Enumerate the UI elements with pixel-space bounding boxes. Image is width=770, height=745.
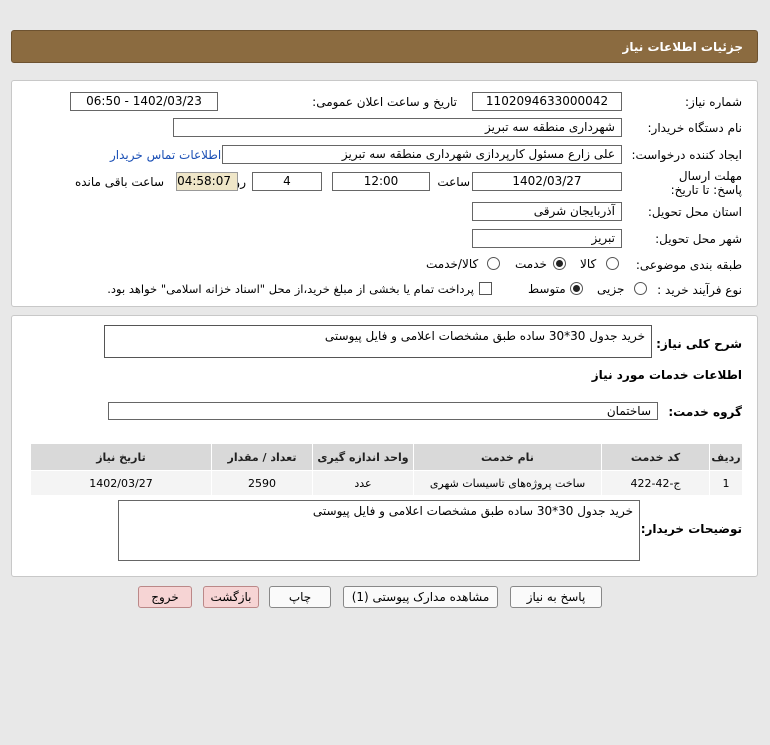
process-option-minor: جزیی bbox=[597, 282, 625, 296]
view-attachments-button[interactable]: مشاهده مدارک پیوستی (1) bbox=[343, 586, 498, 608]
city-field: تبریز bbox=[472, 229, 622, 248]
payment-note: پرداخت تمام یا بخشی از مبلغ خرید،از محل … bbox=[107, 282, 474, 296]
exit-button[interactable]: خروج bbox=[138, 586, 192, 608]
table-row: 1 ج-42-422 ساخت پروژه‌های تاسیسات شهری ع… bbox=[30, 470, 743, 496]
cell-service-name: ساخت پروژه‌های تاسیسات شهری bbox=[413, 470, 602, 496]
col-row: ردیف bbox=[709, 443, 743, 471]
announce-label: تاریخ و ساعت اعلان عمومی: bbox=[312, 95, 457, 109]
service-group-field: ساختمان bbox=[108, 402, 658, 420]
category-option-goods-service: کالا/خدمت bbox=[426, 257, 479, 271]
need-number-label: شماره نیاز: bbox=[685, 95, 742, 109]
services-table: ردیف کد خدمت نام خدمت واحد اندازه گیری ت… bbox=[30, 443, 743, 496]
deadline-time-field: 12:00 bbox=[332, 172, 430, 191]
cell-unit: عدد bbox=[312, 470, 414, 496]
table-header-row: ردیف کد خدمت نام خدمت واحد اندازه گیری ت… bbox=[30, 443, 743, 471]
cell-row: 1 bbox=[709, 470, 743, 496]
remaining-label: ساعت باقی مانده bbox=[74, 175, 164, 189]
need-number-field: 1102094633000042 bbox=[472, 92, 622, 111]
need-info-panel bbox=[11, 80, 758, 307]
services-section-title: اطلاعات خدمات مورد نیاز bbox=[591, 368, 742, 382]
reply-button[interactable]: پاسخ به نیاز bbox=[510, 586, 602, 608]
print-button[interactable]: چاپ bbox=[269, 586, 331, 608]
summary-label: شرح کلی نیاز: bbox=[656, 337, 742, 351]
category-label: طبقه بندی موضوعی: bbox=[635, 258, 742, 272]
cell-quantity: 2590 bbox=[211, 470, 313, 496]
announce-field: 1402/03/23 - 06:50 bbox=[70, 92, 218, 111]
col-quantity: تعداد / مقدار bbox=[211, 443, 313, 471]
treasury-payment-checkbox[interactable] bbox=[479, 282, 492, 295]
process-radio-medium[interactable] bbox=[570, 282, 583, 295]
col-service-code: کد خدمت bbox=[601, 443, 710, 471]
province-field: آذربایجان شرقی bbox=[472, 202, 622, 221]
category-radio-goods[interactable] bbox=[606, 257, 619, 270]
page-title: جزئیات اطلاعات نیاز bbox=[622, 40, 743, 54]
province-label: استان محل تحویل: bbox=[647, 205, 742, 219]
page-title-bar: جزئیات اطلاعات نیاز bbox=[11, 30, 758, 63]
col-need-date: تاریخ نیاز bbox=[30, 443, 212, 471]
deadline-label: مهلت ارسال پاسخ: تا تاریخ: bbox=[670, 169, 742, 197]
cell-need-date: 1402/03/27 bbox=[30, 470, 212, 496]
remaining-time-field: 04:58:07 bbox=[176, 172, 238, 191]
buyer-org-field: شهرداری منطقه سه تبریز bbox=[173, 118, 622, 137]
process-radio-minor[interactable] bbox=[634, 282, 647, 295]
buyer-notes-label: توضیحات خریدار: bbox=[640, 522, 742, 536]
buyer-org-label: نام دستگاه خریدار: bbox=[647, 121, 743, 135]
summary-field: خرید جدول 30*30 ساده طبق مشخصات اعلامی و… bbox=[104, 325, 652, 358]
col-unit: واحد اندازه گیری bbox=[312, 443, 414, 471]
category-radio-goods-service[interactable] bbox=[487, 257, 500, 270]
services-table-wrap: ردیف کد خدمت نام خدمت واحد اندازه گیری ت… bbox=[30, 443, 743, 496]
days-field: 4 bbox=[252, 172, 322, 191]
category-option-goods: کالا bbox=[580, 257, 597, 271]
creator-label: ایجاد کننده درخواست: bbox=[631, 148, 742, 162]
process-option-medium: متوسط bbox=[528, 282, 566, 296]
creator-field: علی زارع مسئول کارپردازی شهرداری منطقه س… bbox=[222, 145, 622, 164]
back-button[interactable]: بازگشت bbox=[203, 586, 259, 608]
deadline-date-field: 1402/03/27 bbox=[472, 172, 622, 191]
service-group-label: گروه خدمت: bbox=[668, 405, 742, 419]
col-service-name: نام خدمت bbox=[413, 443, 602, 471]
process-label: نوع فرآیند خرید : bbox=[657, 283, 742, 297]
cell-service-code: ج-42-422 bbox=[601, 470, 710, 496]
category-radio-service[interactable] bbox=[553, 257, 566, 270]
city-label: شهر محل تحویل: bbox=[655, 232, 742, 246]
buyer-notes-field: خرید جدول 30*30 ساده طبق مشخصات اعلامی و… bbox=[118, 500, 640, 561]
contact-buyer-link[interactable]: اطلاعات تماس خریدار bbox=[110, 148, 221, 162]
category-option-service: خدمت bbox=[515, 257, 547, 271]
deadline-time-label: ساعت bbox=[437, 175, 470, 189]
